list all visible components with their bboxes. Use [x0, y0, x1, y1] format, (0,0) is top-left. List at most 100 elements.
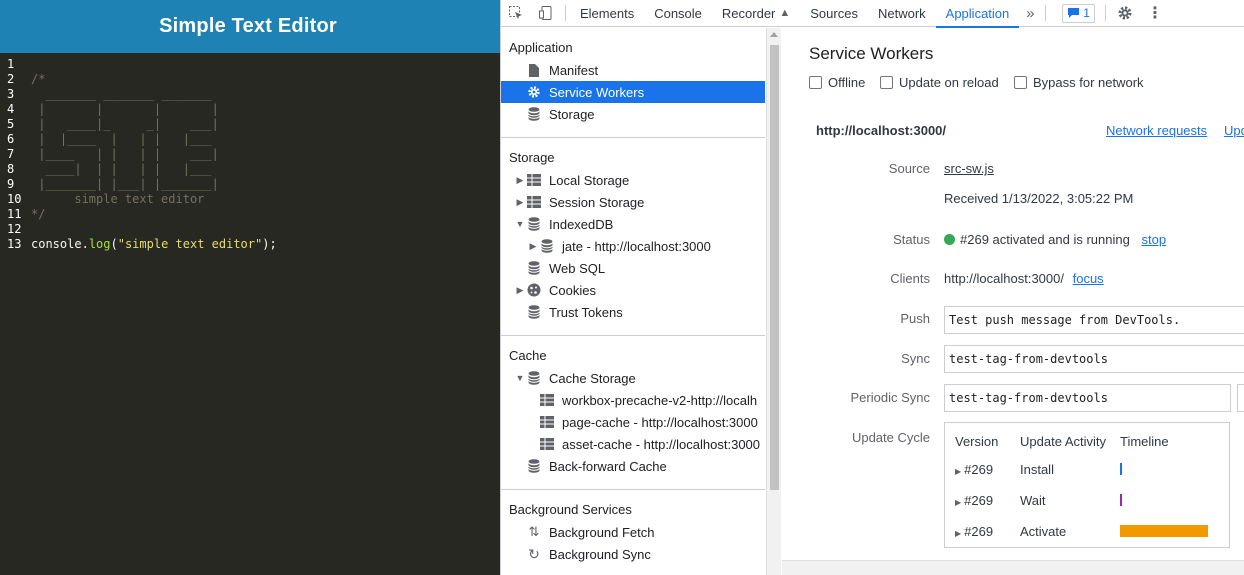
tab-application[interactable]: Application [935, 0, 1020, 28]
code-line[interactable]: 1 [0, 57, 500, 72]
tab-sources[interactable]: Sources [800, 0, 868, 27]
network-requests-link[interactable]: Network requests [1106, 123, 1207, 138]
sidebar-item-label: Trust Tokens [549, 304, 623, 320]
code-line[interactable]: 2 /* [0, 72, 500, 87]
code-line[interactable]: 9 |_______| |___| |_______| [0, 177, 500, 192]
tab-network[interactable]: Network [868, 0, 936, 27]
expand-arrow-icon[interactable]: ▶ [515, 197, 525, 208]
collapse-arrow-icon[interactable]: ▼ [515, 373, 525, 383]
sidebar-item-cache-storage[interactable]: ▼ Cache Storage [501, 367, 765, 389]
code-token: "simple text editor" [117, 237, 263, 251]
code-token: | | | | [31, 102, 219, 116]
table-row[interactable]: ▶ #269 Activate [945, 516, 1229, 547]
code-line[interactable]: 7 |____ | | | | ___| [0, 147, 500, 162]
update-on-reload-option[interactable]: Update on reload [880, 75, 999, 90]
expand-arrow-icon[interactable]: ▶ [515, 285, 525, 296]
toolbar-separator [1045, 5, 1047, 21]
pane-horizontal-scrollbar[interactable] [782, 560, 1244, 575]
expand-arrow-icon[interactable]: ▶ [955, 498, 961, 507]
line-number: 10 [7, 192, 22, 206]
sidebar-item-label: IndexedDB [549, 216, 614, 232]
sidebar-item-web-sql[interactable]: Web SQL [501, 257, 765, 279]
sidebar-scrollbar[interactable] [766, 28, 781, 575]
sidebar-item-service-workers[interactable]: Service Workers [501, 81, 765, 103]
clients-url: http://localhost:3000/ [944, 271, 1064, 286]
line-number: 5 [7, 117, 15, 131]
inspect-element-icon[interactable] [501, 0, 531, 27]
activity-cell: Wait [1020, 493, 1046, 508]
expand-arrow-icon[interactable]: ▶ [528, 241, 538, 252]
expand-arrow-icon[interactable]: ▶ [955, 529, 961, 538]
stop-link[interactable]: stop [1141, 232, 1166, 247]
sidebar-item-background-fetch[interactable]: ⇅ Background Fetch [501, 521, 765, 543]
sidebar-item-local-storage[interactable]: ▶ Local Storage [501, 169, 765, 191]
issues-badge[interactable]: 1 [1062, 3, 1095, 23]
tab-elements[interactable]: Elements [570, 0, 644, 27]
editor-app: Simple Text Editor 1 2/* 3 _______ _______… [0, 0, 500, 575]
code-token: simple text editor [31, 192, 205, 206]
sidebar-item-indexeddb[interactable]: ▼ IndexedDB [501, 213, 765, 235]
sidebar-item-page-cache[interactable]: page-cache - http://localhost:3000 [501, 411, 765, 433]
scroll-up-arrow-icon[interactable] [770, 32, 778, 37]
offline-checkbox[interactable] [809, 76, 822, 89]
sync-input[interactable]: test-tag-from-devtools [944, 345, 1244, 373]
update-link[interactable]: Update [1224, 123, 1244, 138]
table-row[interactable]: ▶ #269 Wait [945, 485, 1229, 516]
tab-console[interactable]: Console [644, 0, 712, 27]
code-line[interactable]: 10 simple text editor [0, 192, 500, 207]
periodic-sync-input[interactable]: test-tag-from-devtools [944, 384, 1231, 412]
clients-label: Clients [890, 271, 930, 286]
database-icon [525, 305, 543, 319]
update-on-reload-checkbox[interactable] [880, 76, 893, 89]
collapse-arrow-icon[interactable]: ▼ [515, 219, 525, 229]
gear-icon[interactable] [1110, 0, 1140, 27]
sidebar-item-trust-tokens[interactable]: Trust Tokens [501, 301, 765, 323]
code-line[interactable]: 5 | ____|_ _| ___| [0, 117, 500, 132]
sidebar-item-workbox-precache[interactable]: workbox-precache-v2-http://localh [501, 389, 765, 411]
sidebar-item-back-forward-cache[interactable]: Back-forward Cache [501, 455, 765, 477]
line-number: 12 [7, 222, 22, 236]
line-number: 3 [7, 87, 15, 101]
code-line[interactable]: 6 | |____ | | | |___ [0, 132, 500, 147]
version-text: #269 [964, 493, 994, 508]
code-line[interactable]: 13 console. log("simple text editor"); [0, 237, 500, 252]
up-down-arrows-icon: ⇅ [528, 524, 540, 539]
table-icon [525, 173, 543, 187]
sidebar-item-asset-cache[interactable]: asset-cache - http://localhost:3000 [501, 433, 765, 455]
push-input[interactable]: Test push message from DevTools. [944, 306, 1244, 334]
line-number: 7 [7, 147, 15, 161]
database-icon [525, 261, 543, 275]
focus-link[interactable]: focus [1073, 271, 1104, 286]
source-link[interactable]: src-sw.js [944, 161, 994, 176]
version-cell: ▶ #269 [955, 462, 993, 477]
code-line[interactable]: 11 */ [0, 207, 500, 222]
line-number: 8 [7, 162, 15, 176]
code-line[interactable]: 12 [0, 222, 500, 237]
scrollbar-thumb[interactable] [770, 45, 779, 490]
code-editor[interactable]: 1 2/* 3 _______ _______ _______ 4 | | | | 5… [0, 57, 500, 252]
table-icon [525, 195, 543, 209]
sidebar-item-manifest[interactable]: Manifest [501, 59, 765, 81]
app-title: Simple Text Editor [159, 15, 337, 37]
code-line[interactable]: 3 _______ _______ _______ [0, 87, 500, 102]
activity-cell: Install [1020, 462, 1054, 477]
table-row[interactable]: ▶ #269 Install [945, 454, 1229, 485]
more-tabs-icon[interactable]: » [1019, 0, 1041, 27]
expand-arrow-icon[interactable]: ▶ [515, 175, 525, 186]
sidebar-item-session-storage[interactable]: ▶ Session Storage [501, 191, 765, 213]
sidebar-item-jate-db[interactable]: ▶ jate - http://localhost:3000 [501, 235, 765, 257]
sidebar-item-storage[interactable]: Storage [501, 103, 765, 125]
sidebar-item-cookies[interactable]: ▶ Cookies [501, 279, 765, 301]
bypass-checkbox[interactable] [1014, 76, 1027, 89]
expand-arrow-icon[interactable]: ▶ [955, 467, 961, 476]
tab-recorder[interactable]: Recorder ▲ [712, 0, 800, 27]
sidebar-item-background-sync[interactable]: ↻ Background Sync [501, 543, 765, 565]
kebab-menu-icon[interactable]: ⋮ [1140, 0, 1170, 27]
code-line[interactable]: 8 ____| | | | | |___ [0, 162, 500, 177]
code-line[interactable]: 4 | | | | [0, 102, 500, 117]
device-toolbar-icon[interactable] [531, 0, 561, 27]
bypass-option[interactable]: Bypass for network [1014, 75, 1144, 90]
periodic-sync-button[interactable] [1237, 384, 1244, 412]
offline-option[interactable]: Offline [809, 75, 865, 90]
issues-count: 1 [1083, 6, 1090, 20]
